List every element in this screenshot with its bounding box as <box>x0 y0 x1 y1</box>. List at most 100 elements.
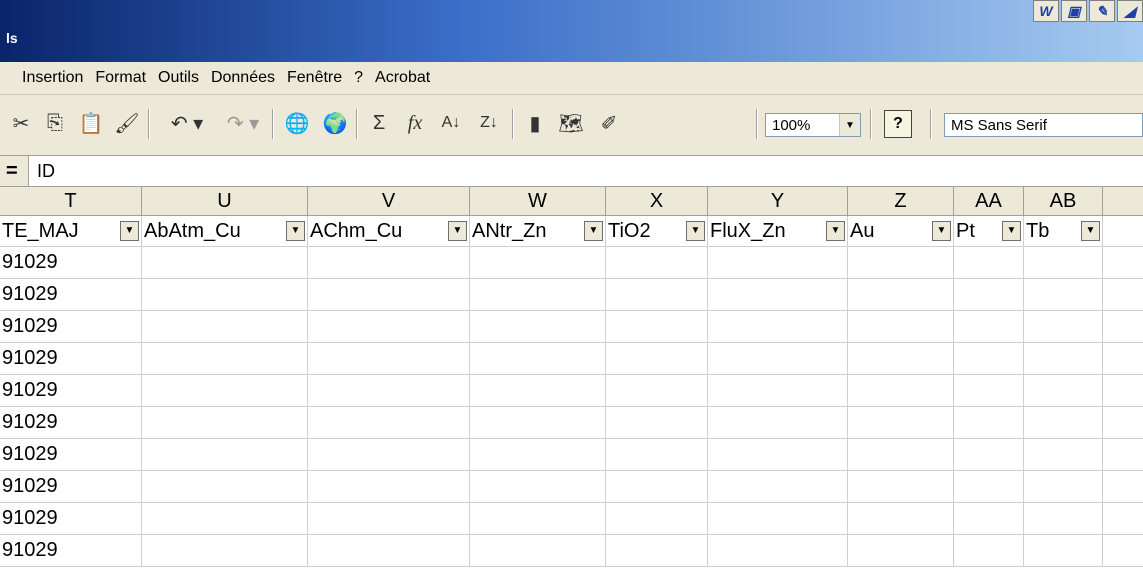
equals-icon[interactable]: = <box>6 160 18 183</box>
table-cell[interactable] <box>848 535 954 566</box>
table-cell[interactable]: 91029 <box>0 407 142 438</box>
table-cell[interactable] <box>1024 279 1103 310</box>
autofilter-dropdown-icon[interactable]: ▼ <box>686 221 705 241</box>
formula-input[interactable]: ID <box>28 156 1143 186</box>
table-cell[interactable] <box>308 343 470 374</box>
table-cell[interactable]: 91029 <box>0 471 142 502</box>
autofilter-dropdown-icon[interactable]: ▼ <box>1002 221 1021 241</box>
table-cell[interactable]: 91029 <box>0 439 142 470</box>
table-cell[interactable] <box>954 247 1024 278</box>
word-icon[interactable]: W <box>1033 0 1059 22</box>
map-icon[interactable]: 🗺 <box>556 107 586 139</box>
table-cell[interactable] <box>954 279 1024 310</box>
field-header-cell[interactable]: ANtr_Zn ▼ <box>470 216 606 246</box>
table-cell[interactable] <box>1024 503 1103 534</box>
table-cell[interactable] <box>954 503 1024 534</box>
autofilter-dropdown-icon[interactable]: ▼ <box>826 221 845 241</box>
table-cell[interactable] <box>470 535 606 566</box>
table-cell[interactable] <box>470 279 606 310</box>
autofilter-dropdown-icon[interactable]: ▼ <box>448 221 467 241</box>
table-cell[interactable] <box>708 439 848 470</box>
paste-icon[interactable]: 📋 <box>76 107 106 139</box>
table-cell[interactable] <box>606 407 708 438</box>
table-cell[interactable] <box>142 439 308 470</box>
table-cell[interactable] <box>142 535 308 566</box>
table-cell[interactable] <box>606 343 708 374</box>
column-header-x[interactable]: X <box>606 187 708 215</box>
field-header-cell[interactable]: Au ▼ <box>848 216 954 246</box>
field-header-cell[interactable]: Pt ▼ <box>954 216 1024 246</box>
drawing-icon[interactable]: ✐ <box>594 107 624 139</box>
table-cell[interactable] <box>470 343 606 374</box>
menu-item-0[interactable]: Insertion <box>0 69 89 87</box>
table-cell[interactable] <box>848 343 954 374</box>
table-cell[interactable] <box>954 375 1024 406</box>
autofilter-dropdown-icon[interactable]: ▼ <box>120 221 139 241</box>
table-cell[interactable] <box>606 311 708 342</box>
table-cell[interactable] <box>142 247 308 278</box>
help-button[interactable]: ? <box>884 110 912 138</box>
window-icon[interactable]: ▣ <box>1061 0 1087 22</box>
table-cell[interactable] <box>470 503 606 534</box>
table-cell[interactable] <box>1024 311 1103 342</box>
table-cell[interactable] <box>708 535 848 566</box>
pencil-icon[interactable]: ✎ <box>1089 0 1115 22</box>
table-cell[interactable] <box>142 311 308 342</box>
table-cell[interactable] <box>142 503 308 534</box>
table-cell[interactable] <box>1024 375 1103 406</box>
table-cell[interactable] <box>708 375 848 406</box>
table-cell[interactable]: 91029 <box>0 535 142 566</box>
column-header-aa[interactable]: AA <box>954 187 1024 215</box>
menu-item-1[interactable]: Format <box>89 69 152 87</box>
table-cell[interactable] <box>954 471 1024 502</box>
chart-wizard-icon[interactable]: ▮ <box>520 107 550 139</box>
column-header-u[interactable]: U <box>142 187 308 215</box>
table-cell[interactable] <box>470 407 606 438</box>
table-cell[interactable]: 91029 <box>0 311 142 342</box>
table-cell[interactable] <box>308 247 470 278</box>
table-cell[interactable] <box>606 439 708 470</box>
table-cell[interactable] <box>308 279 470 310</box>
table-cell[interactable]: 91029 <box>0 247 142 278</box>
table-cell[interactable] <box>308 439 470 470</box>
table-cell[interactable] <box>308 375 470 406</box>
field-header-cell[interactable]: FluX_Zn ▼ <box>708 216 848 246</box>
table-cell[interactable] <box>1024 247 1103 278</box>
table-cell[interactable] <box>848 279 954 310</box>
table-cell[interactable]: 91029 <box>0 279 142 310</box>
undo-icon[interactable]: ↶ ▾ <box>162 107 212 139</box>
insert-hyperlink-icon[interactable]: 🌐 <box>282 107 312 139</box>
table-cell[interactable] <box>606 471 708 502</box>
column-header-ab[interactable]: AB <box>1024 187 1103 215</box>
autofilter-dropdown-icon[interactable]: ▼ <box>584 221 603 241</box>
menu-item-2[interactable]: Outils <box>152 69 205 87</box>
table-cell[interactable] <box>470 311 606 342</box>
table-cell[interactable] <box>708 471 848 502</box>
table-cell[interactable] <box>848 407 954 438</box>
misc-icon[interactable]: ◢ <box>1117 0 1143 22</box>
table-cell[interactable] <box>848 311 954 342</box>
table-cell[interactable] <box>848 439 954 470</box>
copy-icon[interactable]: ⎘ <box>40 107 70 139</box>
table-cell[interactable] <box>308 535 470 566</box>
table-cell[interactable] <box>954 407 1024 438</box>
table-cell[interactable] <box>606 503 708 534</box>
table-cell[interactable] <box>606 279 708 310</box>
format-painter-icon[interactable]: 🖌 <box>112 107 142 139</box>
field-header-cell[interactable]: TE_MAJ ▼ <box>0 216 142 246</box>
table-cell[interactable] <box>848 247 954 278</box>
table-cell[interactable] <box>848 503 954 534</box>
table-cell[interactable]: 91029 <box>0 503 142 534</box>
table-cell[interactable] <box>470 375 606 406</box>
table-cell[interactable] <box>848 471 954 502</box>
table-cell[interactable] <box>142 279 308 310</box>
table-cell[interactable] <box>142 375 308 406</box>
table-cell[interactable] <box>470 247 606 278</box>
table-cell[interactable] <box>1024 343 1103 374</box>
table-cell[interactable] <box>1024 535 1103 566</box>
autofilter-dropdown-icon[interactable]: ▼ <box>1081 221 1100 241</box>
menu-item-5[interactable]: ? <box>348 69 369 87</box>
column-header-y[interactable]: Y <box>708 187 848 215</box>
sort-descending-icon[interactable]: Z↓ <box>474 107 504 139</box>
table-cell[interactable] <box>308 503 470 534</box>
